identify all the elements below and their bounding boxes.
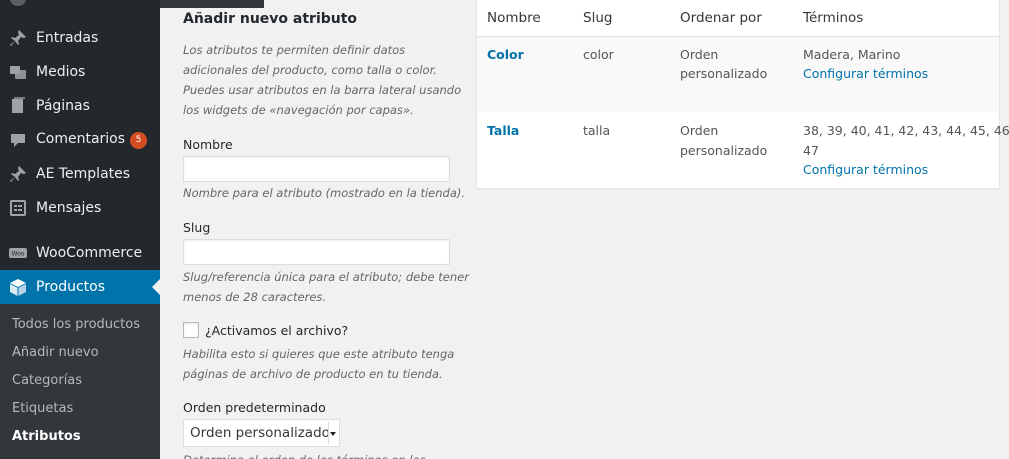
sidebar-item-woocommerce[interactable]: Woo WooCommerce <box>0 236 160 270</box>
name-input[interactable] <box>183 156 450 182</box>
attribute-terms: 38, 39, 40, 41, 42, 43, 44, 45, 46, <box>803 123 1009 138</box>
chevron-down-icon <box>330 432 336 436</box>
sidebar-item-paginas[interactable]: Páginas <box>0 89 160 123</box>
productos-submenu: Todos los productos Añadir nuevo Categor… <box>0 304 160 459</box>
submenu-item-atributos[interactable]: Atributos <box>12 429 81 444</box>
sidebar-item-label: Mensajes <box>36 200 102 216</box>
submenu-item-anadir-nuevo[interactable]: Añadir nuevo <box>12 345 99 360</box>
name-help: Nombre para el atributo (mostrado en la … <box>183 186 466 200</box>
pin-icon <box>0 164 36 184</box>
order-select-value: Orden personalizado <box>190 425 330 441</box>
slug-label: Slug <box>183 220 211 235</box>
attribute-order-line1: Orden <box>680 123 719 138</box>
attribute-terms-cont: 47 <box>803 143 819 158</box>
sidebar-item-label: AE Templates <box>36 166 131 182</box>
name-label: Nombre <box>183 137 233 152</box>
sidebar-item-label: Productos <box>36 279 106 295</box>
attribute-slug: talla <box>583 123 611 138</box>
archive-help: Habilita esto si quieres que este atribu… <box>183 347 455 381</box>
attribute-terms: Madera, Marino <box>803 47 901 62</box>
pin-icon <box>0 28 36 48</box>
select-divider <box>328 422 329 444</box>
order-label: Orden predeterminado <box>183 400 326 415</box>
attribute-order-line2: personalizado <box>680 66 768 81</box>
sidebar-top-strip <box>0 0 160 12</box>
attribute-order-line2: personalizado <box>680 143 768 158</box>
pages-icon <box>0 96 36 116</box>
archive-label[interactable]: ¿Activamos el archivo? <box>205 323 348 338</box>
table-row: Talla talla Orden personalizado 38, 39, … <box>477 112 1009 188</box>
slug-help: Slug/referencia única para el atributo; … <box>183 270 469 304</box>
messages-icon <box>0 198 36 218</box>
slug-input[interactable] <box>183 239 450 265</box>
configure-terms-link[interactable]: Configurar términos <box>803 160 928 180</box>
sidebar-item-productos[interactable]: Productos <box>0 270 160 304</box>
woo-icon: Woo <box>0 243 36 263</box>
dashboard-icon <box>10 0 26 6</box>
sidebar-item-medios[interactable]: Medios <box>0 55 160 89</box>
configure-terms-link[interactable]: Configurar términos <box>803 64 928 84</box>
admin-sidebar: Entradas Medios Páginas Comentarios 5 AE … <box>0 0 160 459</box>
sidebar-item-label: Medios <box>36 64 86 80</box>
box-icon <box>0 277 36 297</box>
archive-checkbox[interactable] <box>183 322 199 338</box>
form-title: Añadir nuevo atributo <box>183 11 358 27</box>
comment-count-badge: 5 <box>130 132 148 149</box>
media-icon <box>0 62 36 82</box>
attribute-name-link[interactable]: Color <box>487 45 524 65</box>
sidebar-item-ae-templates[interactable]: AE Templates <box>0 157 160 191</box>
submenu-item-todos-los-productos[interactable]: Todos los productos <box>12 317 140 332</box>
attribute-slug: color <box>583 47 614 62</box>
svg-text:Woo: Woo <box>12 251 25 258</box>
table-row: Color color Orden personalizado Madera, … <box>477 37 999 112</box>
sidebar-item-label: Páginas <box>36 98 90 114</box>
attribute-order-line1: Orden <box>680 47 719 62</box>
comments-icon <box>0 130 36 150</box>
toolbar-remnant <box>160 0 264 8</box>
sidebar-item-mensajes[interactable]: Mensajes <box>0 191 160 225</box>
sidebar-item-label: WooCommerce <box>36 245 143 261</box>
attributes-table: Nombre Slug Ordenar por Términos Color c… <box>476 0 1009 189</box>
sidebar-item-entradas[interactable]: Entradas <box>0 21 160 55</box>
menu-separator <box>0 225 160 234</box>
submenu-item-etiquetas[interactable]: Etiquetas <box>12 401 73 416</box>
submenu-item-categorias[interactable]: Categorías <box>12 373 82 388</box>
sidebar-item-comentarios[interactable]: Comentarios 5 <box>0 123 160 157</box>
form-intro: Los atributos te permiten definir datos … <box>183 43 462 117</box>
attribute-name-link[interactable]: Talla <box>487 121 519 141</box>
column-header-terminos[interactable]: Términos <box>803 10 863 26</box>
column-header-slug[interactable]: Slug <box>583 10 612 26</box>
column-header-ordenar-por[interactable]: Ordenar por <box>680 10 762 26</box>
order-help: Determina el orden de los términos en la… <box>183 450 473 459</box>
sidebar-item-label: Comentarios 5 <box>36 131 148 149</box>
order-select[interactable]: Orden personalizado <box>183 419 340 447</box>
column-header-nombre[interactable]: Nombre <box>487 10 541 26</box>
sidebar-item-label: Entradas <box>36 30 99 46</box>
